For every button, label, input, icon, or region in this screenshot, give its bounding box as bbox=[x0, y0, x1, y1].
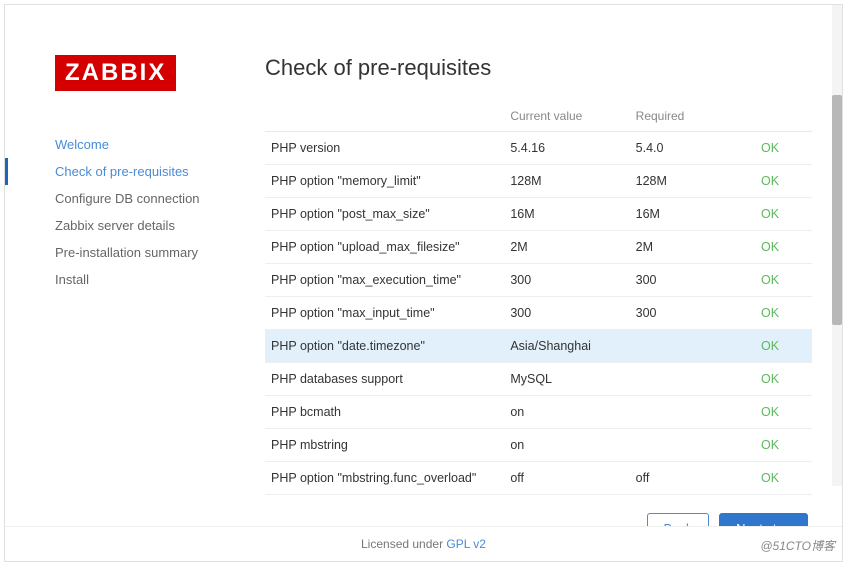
cell-current: 5.4.16 bbox=[504, 132, 629, 165]
cell-current: 2M bbox=[504, 231, 629, 264]
cell-status: OK bbox=[755, 396, 812, 429]
cell-status: OK bbox=[755, 330, 812, 363]
nav-item-4[interactable]: Pre-installation summary bbox=[5, 239, 245, 266]
logo: ZABBIX bbox=[55, 55, 176, 91]
cell-current: on bbox=[504, 396, 629, 429]
cell-required: off bbox=[630, 462, 755, 495]
col-status bbox=[755, 101, 812, 132]
nav-item-5[interactable]: Install bbox=[5, 266, 245, 293]
cell-name: PHP bcmath bbox=[265, 396, 504, 429]
cell-status: OK bbox=[755, 264, 812, 297]
cell-name: PHP option "max_execution_time" bbox=[265, 264, 504, 297]
cell-current: off bbox=[504, 462, 629, 495]
content-area: Check of pre-requisites Current value Re… bbox=[245, 5, 842, 526]
table-row: PHP databases supportMySQL OK bbox=[265, 363, 812, 396]
footer: Licensed under GPL v2 bbox=[5, 526, 842, 561]
footer-text: Licensed under bbox=[361, 537, 446, 551]
table-row: PHP option "post_max_size"16M16MOK bbox=[265, 198, 812, 231]
cell-name: PHP option "upload_max_filesize" bbox=[265, 231, 504, 264]
cell-status: OK bbox=[755, 297, 812, 330]
cell-required: 128M bbox=[630, 165, 755, 198]
cell-required: 300 bbox=[630, 264, 755, 297]
scrollbar-thumb[interactable] bbox=[832, 95, 842, 325]
nav-item-3[interactable]: Zabbix server details bbox=[5, 212, 245, 239]
cell-name: PHP option "max_input_time" bbox=[265, 297, 504, 330]
nav-item-2[interactable]: Configure DB connection bbox=[5, 185, 245, 212]
cell-name: PHP databases support bbox=[265, 363, 504, 396]
cell-name: PHP version bbox=[265, 132, 504, 165]
watermark: @51CTO博客 bbox=[760, 537, 835, 554]
button-row: Back Next step bbox=[265, 495, 812, 526]
col-current: Current value bbox=[504, 101, 629, 132]
next-button[interactable]: Next step bbox=[719, 513, 808, 526]
table-row: PHP option "max_input_time"300300OK bbox=[265, 297, 812, 330]
license-link[interactable]: GPL v2 bbox=[446, 537, 486, 551]
table-row: PHP option "max_execution_time"300300OK bbox=[265, 264, 812, 297]
sidebar: ZABBIX WelcomeCheck of pre-requisitesCon… bbox=[5, 5, 245, 526]
cell-name: PHP option "post_max_size" bbox=[265, 198, 504, 231]
nav-item-1[interactable]: Check of pre-requisites bbox=[5, 158, 245, 185]
cell-required bbox=[630, 363, 755, 396]
cell-required: 2M bbox=[630, 231, 755, 264]
cell-name: PHP option "mbstring.func_overload" bbox=[265, 462, 504, 495]
page-title: Check of pre-requisites bbox=[265, 55, 812, 81]
table-row: PHP option "date.timezone"Asia/Shanghai O… bbox=[265, 330, 812, 363]
cell-current: 300 bbox=[504, 297, 629, 330]
prereq-table: Current value Required PHP version5.4.16… bbox=[265, 101, 812, 495]
col-name bbox=[265, 101, 504, 132]
cell-name: PHP mbstring bbox=[265, 429, 504, 462]
scrollbar-track[interactable] bbox=[832, 5, 842, 486]
cell-required: 5.4.0 bbox=[630, 132, 755, 165]
table-row: PHP option "memory_limit"128M128MOK bbox=[265, 165, 812, 198]
cell-status: OK bbox=[755, 462, 812, 495]
cell-required: 300 bbox=[630, 297, 755, 330]
cell-required bbox=[630, 396, 755, 429]
cell-required bbox=[630, 429, 755, 462]
cell-current: on bbox=[504, 429, 629, 462]
table-row: PHP option "mbstring.func_overload"offof… bbox=[265, 462, 812, 495]
cell-current: MySQL bbox=[504, 363, 629, 396]
cell-status: OK bbox=[755, 198, 812, 231]
cell-name: PHP option "date.timezone" bbox=[265, 330, 504, 363]
cell-current: Asia/Shanghai bbox=[504, 330, 629, 363]
cell-status: OK bbox=[755, 429, 812, 462]
cell-current: 300 bbox=[504, 264, 629, 297]
cell-current: 128M bbox=[504, 165, 629, 198]
nav-list: WelcomeCheck of pre-requisitesConfigure … bbox=[55, 131, 245, 293]
cell-current: 16M bbox=[504, 198, 629, 231]
cell-status: OK bbox=[755, 231, 812, 264]
cell-status: OK bbox=[755, 165, 812, 198]
cell-status: OK bbox=[755, 363, 812, 396]
table-row: PHP bcmathon OK bbox=[265, 396, 812, 429]
table-row: PHP mbstringon OK bbox=[265, 429, 812, 462]
back-button[interactable]: Back bbox=[647, 513, 710, 526]
table-row: PHP option "upload_max_filesize"2M2MOK bbox=[265, 231, 812, 264]
col-required: Required bbox=[630, 101, 755, 132]
cell-status: OK bbox=[755, 132, 812, 165]
cell-required: 16M bbox=[630, 198, 755, 231]
nav-item-0[interactable]: Welcome bbox=[5, 131, 245, 158]
cell-name: PHP option "memory_limit" bbox=[265, 165, 504, 198]
table-row: PHP version5.4.165.4.0OK bbox=[265, 132, 812, 165]
cell-required bbox=[630, 330, 755, 363]
